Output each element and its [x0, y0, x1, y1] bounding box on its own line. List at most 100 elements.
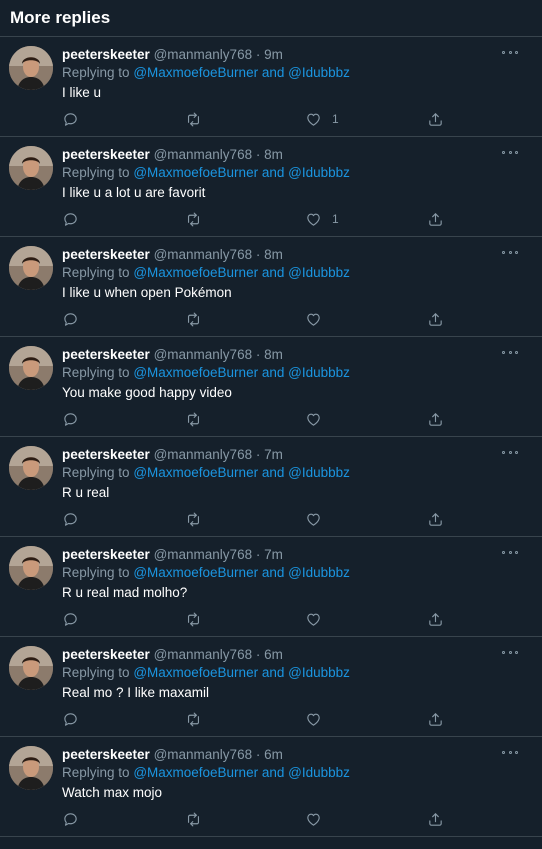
like-button[interactable]	[305, 809, 332, 829]
share-button[interactable]	[427, 609, 444, 629]
share-icon	[429, 712, 442, 726]
mention-link-first[interactable]: @MaxmoefoeBurner	[133, 565, 258, 580]
share-button[interactable]	[427, 409, 444, 429]
reply-tweet[interactable]: peeterskeeter @manmanly768 · 8m Replying…	[0, 137, 542, 237]
mention-link-second[interactable]: @Idubbbz	[288, 665, 350, 680]
retweet-button[interactable]	[185, 809, 202, 829]
author-name[interactable]: peeterskeeter	[62, 347, 150, 362]
timestamp[interactable]: 8m	[264, 347, 283, 362]
author-handle[interactable]: @manmanly768	[154, 347, 253, 362]
retweet-button[interactable]	[185, 409, 202, 429]
author-handle[interactable]: @manmanly768	[154, 647, 253, 662]
mention-link-second[interactable]: @Idubbbz	[288, 365, 350, 380]
avatar[interactable]	[9, 46, 53, 90]
mention-link-first[interactable]: @MaxmoefoeBurner	[133, 765, 258, 780]
like-button[interactable]: 1	[305, 209, 339, 229]
author-name[interactable]: peeterskeeter	[62, 747, 150, 762]
reply-tweet[interactable]: peeterskeeter @manmanly768 · 9m Replying…	[0, 37, 542, 137]
author-name[interactable]: peeterskeeter	[62, 47, 150, 62]
retweet-button[interactable]	[185, 309, 202, 329]
mention-link-second[interactable]: @Idubbbz	[288, 765, 350, 780]
more-options-icon[interactable]	[502, 247, 518, 257]
retweet-button[interactable]	[185, 209, 202, 229]
like-button[interactable]	[305, 409, 332, 429]
mention-link-first[interactable]: @MaxmoefoeBurner	[133, 365, 258, 380]
share-button[interactable]	[427, 809, 444, 829]
author-name[interactable]: peeterskeeter	[62, 547, 150, 562]
author-handle[interactable]: @manmanly768	[154, 47, 253, 62]
share-button[interactable]	[427, 709, 444, 729]
share-button[interactable]	[427, 109, 444, 129]
retweet-button[interactable]	[185, 109, 202, 129]
separator-dot: ·	[255, 147, 261, 162]
reply-tweet[interactable]: peeterskeeter @manmanly768 · 6m Replying…	[0, 737, 542, 837]
reply-button[interactable]	[62, 509, 79, 529]
reply-button[interactable]	[62, 809, 79, 829]
author-name[interactable]: peeterskeeter	[62, 247, 150, 262]
mention-link-first[interactable]: @MaxmoefoeBurner	[133, 265, 258, 280]
reply-button[interactable]	[62, 609, 79, 629]
reply-button[interactable]	[62, 709, 79, 729]
avatar[interactable]	[9, 246, 53, 290]
more-options-icon[interactable]	[502, 647, 518, 657]
reply-button[interactable]	[62, 309, 79, 329]
retweet-button[interactable]	[185, 609, 202, 629]
avatar[interactable]	[9, 546, 53, 590]
more-options-icon[interactable]	[502, 547, 518, 557]
avatar[interactable]	[9, 446, 53, 490]
share-button[interactable]	[427, 309, 444, 329]
mention-link-second[interactable]: @Idubbbz	[288, 465, 350, 480]
timestamp[interactable]: 7m	[264, 547, 283, 562]
mention-link-second[interactable]: @Idubbbz	[288, 65, 350, 80]
timestamp[interactable]: 8m	[264, 247, 283, 262]
like-button[interactable]: 1	[305, 109, 339, 129]
author-handle[interactable]: @manmanly768	[154, 747, 253, 762]
avatar[interactable]	[9, 346, 53, 390]
reply-button[interactable]	[62, 209, 79, 229]
reply-tweet[interactable]: peeterskeeter @manmanly768 · 7m Replying…	[0, 437, 542, 537]
author-handle[interactable]: @manmanly768	[154, 247, 253, 262]
timestamp[interactable]: 6m	[264, 647, 283, 662]
reply-tweet[interactable]: peeterskeeter @manmanly768 · 7m Replying…	[0, 537, 542, 637]
more-options-icon[interactable]	[502, 347, 518, 357]
timestamp[interactable]: 6m	[264, 747, 283, 762]
share-button[interactable]	[427, 509, 444, 529]
more-options-icon[interactable]	[502, 47, 518, 57]
reply-tweet[interactable]: peeterskeeter @manmanly768 · 6m Replying…	[0, 637, 542, 737]
more-options-icon[interactable]	[502, 147, 518, 157]
share-button[interactable]	[427, 209, 444, 229]
mention-link-first[interactable]: @MaxmoefoeBurner	[133, 165, 258, 180]
reply-button[interactable]	[62, 409, 79, 429]
like-button[interactable]	[305, 709, 332, 729]
mention-link-first[interactable]: @MaxmoefoeBurner	[133, 465, 258, 480]
author-name[interactable]: peeterskeeter	[62, 447, 150, 462]
mention-link-second[interactable]: @Idubbbz	[288, 165, 350, 180]
author-name[interactable]: peeterskeeter	[62, 647, 150, 662]
like-button[interactable]	[305, 609, 332, 629]
retweet-button[interactable]	[185, 709, 202, 729]
timestamp[interactable]: 7m	[264, 447, 283, 462]
reply-tweet[interactable]: peeterskeeter @manmanly768 · 8m Replying…	[0, 337, 542, 437]
mention-link-first[interactable]: @MaxmoefoeBurner	[133, 65, 258, 80]
more-options-icon[interactable]	[502, 447, 518, 457]
reply-tweet[interactable]: peeterskeeter @manmanly768 · 8m Replying…	[0, 237, 542, 337]
mention-link-first[interactable]: @MaxmoefoeBurner	[133, 665, 258, 680]
author-handle[interactable]: @manmanly768	[154, 447, 253, 462]
timestamp[interactable]: 8m	[264, 147, 283, 162]
avatar[interactable]	[9, 146, 53, 190]
timestamp[interactable]: 9m	[264, 47, 283, 62]
retweet-button[interactable]	[185, 509, 202, 529]
separator-dot: ·	[255, 547, 261, 562]
author-handle[interactable]: @manmanly768	[154, 547, 253, 562]
like-button[interactable]	[305, 509, 332, 529]
avatar[interactable]	[9, 746, 53, 790]
reply-button[interactable]	[62, 109, 79, 129]
more-options-icon[interactable]	[502, 747, 518, 757]
mention-link-second[interactable]: @Idubbbz	[288, 565, 350, 580]
mention-link-second[interactable]: @Idubbbz	[288, 265, 350, 280]
author-handle[interactable]: @manmanly768	[154, 147, 253, 162]
author-name[interactable]: peeterskeeter	[62, 147, 150, 162]
share-icon	[429, 312, 442, 326]
like-button[interactable]	[305, 309, 332, 329]
avatar[interactable]	[9, 646, 53, 690]
